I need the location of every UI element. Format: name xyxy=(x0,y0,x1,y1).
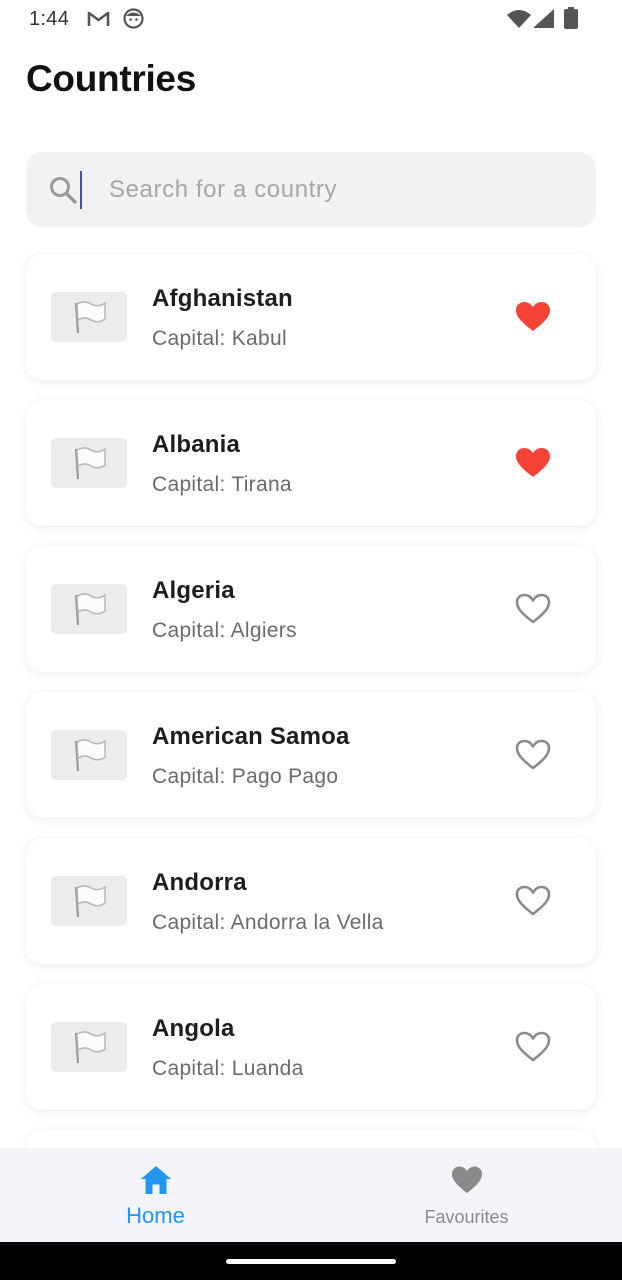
country-card-andorra[interactable]: Andorra Capital: Andorra la Vella xyxy=(26,838,596,964)
white-flag-icon xyxy=(74,885,106,918)
white-flag-icon xyxy=(74,1031,106,1064)
white-flag-icon xyxy=(74,301,106,334)
country-name: Andorra xyxy=(152,869,247,896)
system-gesture-bar xyxy=(0,1242,622,1280)
country-card-albania[interactable]: Albania Capital: Tirana xyxy=(26,400,596,526)
country-name: Algeria xyxy=(152,577,235,604)
white-flag-icon xyxy=(74,739,106,772)
country-list[interactable]: Afghanistan Capital: Kabul Albania Capit… xyxy=(0,0,622,1148)
favourite-button[interactable] xyxy=(512,445,554,481)
heart-outline-icon xyxy=(515,885,551,916)
country-capital: Capital: Pago Pago xyxy=(152,765,339,788)
white-flag-icon xyxy=(74,447,106,480)
country-capital: Capital: Luanda xyxy=(152,1057,304,1080)
heart-outline-icon xyxy=(515,1031,551,1062)
favourite-button[interactable] xyxy=(512,883,554,919)
nav-label-favourites: Favourites xyxy=(424,1207,509,1227)
heart-outline-icon xyxy=(515,739,551,770)
bottom-navigation: Home Favourites xyxy=(0,1148,622,1242)
heart-icon xyxy=(449,1164,485,1201)
favourite-button[interactable] xyxy=(512,591,554,627)
white-flag-icon xyxy=(74,593,106,626)
country-name: Afghanistan xyxy=(152,285,293,312)
favourite-button[interactable] xyxy=(512,1029,554,1065)
country-name: American Samoa xyxy=(152,723,350,750)
flag-placeholder xyxy=(51,730,127,780)
nav-label-home: Home xyxy=(126,1203,185,1228)
country-name: Angola xyxy=(152,1015,235,1042)
heart-filled-icon xyxy=(516,448,550,477)
home-icon xyxy=(139,1164,173,1201)
gesture-handle[interactable] xyxy=(226,1259,396,1264)
country-capital: Capital: Tirana xyxy=(152,473,292,496)
flag-placeholder xyxy=(51,438,127,488)
heart-outline-icon xyxy=(515,593,551,624)
country-card-partial[interactable] xyxy=(26,1130,596,1148)
nav-item-favourites[interactable]: Favourites xyxy=(311,1148,622,1242)
nav-item-home[interactable]: Home xyxy=(0,1148,311,1242)
country-card-american-samoa[interactable]: American Samoa Capital: Pago Pago xyxy=(26,692,596,818)
country-card-angola[interactable]: Angola Capital: Luanda xyxy=(26,984,596,1110)
country-capital: Capital: Andorra la Vella xyxy=(152,911,384,934)
flag-placeholder xyxy=(51,876,127,926)
country-card-algeria[interactable]: Algeria Capital: Algiers xyxy=(26,546,596,672)
country-card-afghanistan[interactable]: Afghanistan Capital: Kabul xyxy=(26,254,596,380)
flag-placeholder xyxy=(51,584,127,634)
country-name: Albania xyxy=(152,431,241,458)
flag-placeholder xyxy=(51,1022,127,1072)
heart-filled-icon xyxy=(516,302,550,331)
favourite-button[interactable] xyxy=(512,299,554,335)
country-capital: Capital: Algiers xyxy=(152,619,297,642)
flag-placeholder xyxy=(51,292,127,342)
country-capital: Capital: Kabul xyxy=(152,327,287,350)
favourite-button[interactable] xyxy=(512,737,554,773)
